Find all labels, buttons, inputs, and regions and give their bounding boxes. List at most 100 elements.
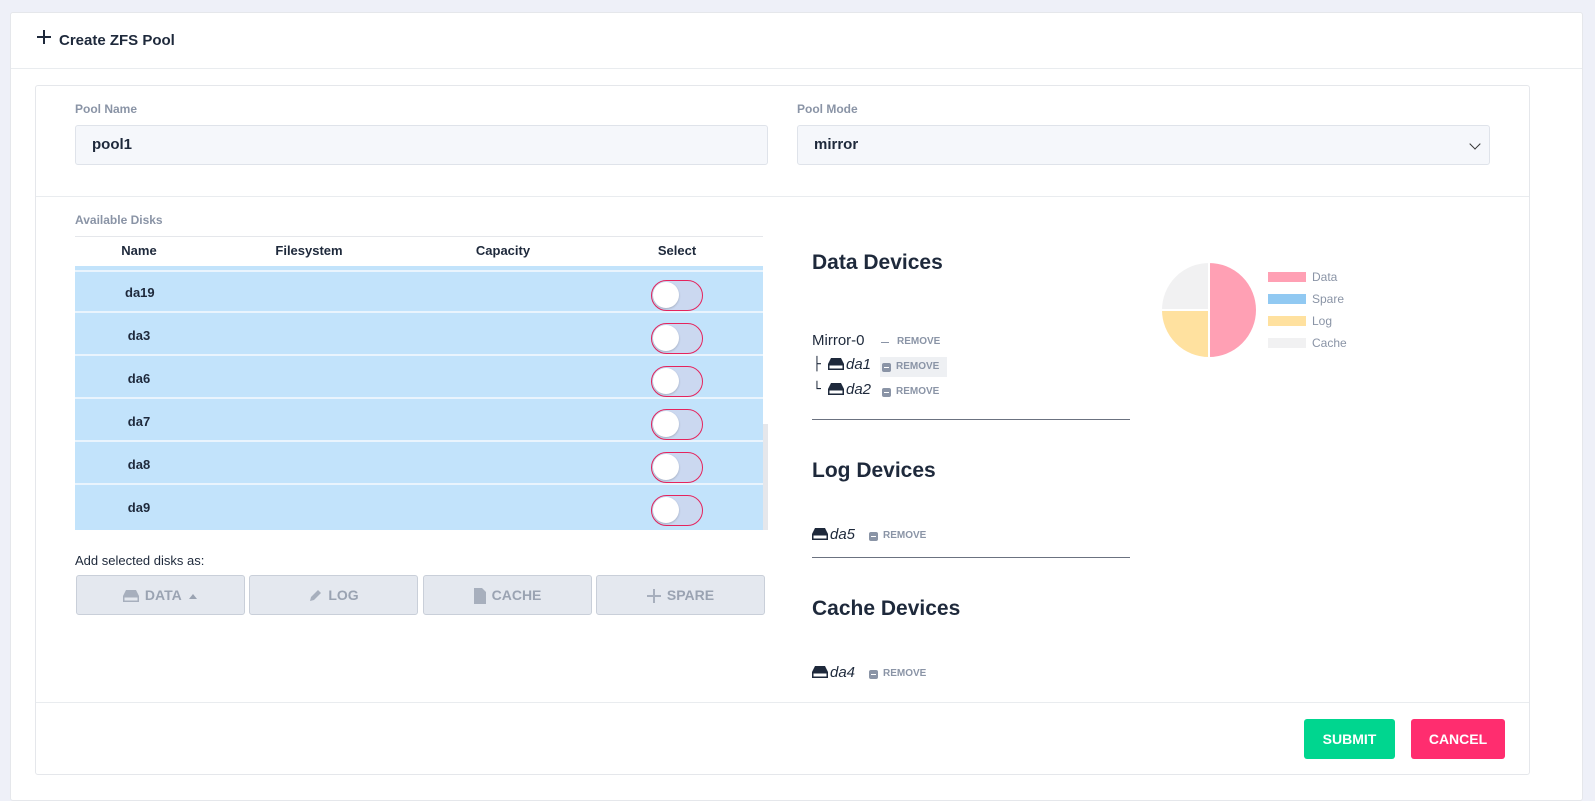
add-cache-button[interactable]: CACHE bbox=[423, 575, 592, 615]
disk-name: da5 bbox=[830, 526, 856, 543]
toggle-knob bbox=[653, 282, 679, 308]
legend-label: Spare bbox=[1312, 292, 1345, 306]
disk-name: da6 bbox=[127, 371, 151, 386]
legend-label: Log bbox=[1312, 314, 1333, 328]
tree-branch-icon: ├ bbox=[813, 357, 821, 372]
legend-item-log[interactable]: Log bbox=[1268, 314, 1332, 328]
hard-drive-icon bbox=[828, 358, 844, 370]
toggle-knob bbox=[653, 368, 679, 394]
table-row[interactable]: da9 bbox=[75, 486, 763, 528]
disk-name: da3 bbox=[127, 328, 151, 343]
disk-name: da19 bbox=[125, 285, 155, 300]
disks-table-body: da19 da3 da6 da7 da8 da9 bbox=[75, 266, 763, 530]
remove-icon bbox=[869, 532, 878, 541]
column-header-select: Select bbox=[657, 243, 697, 258]
remove-disk-button[interactable]: REMOVE bbox=[880, 382, 939, 402]
select-toggle[interactable] bbox=[651, 366, 703, 397]
card-header: Create ZFS Pool bbox=[11, 13, 1582, 69]
remove-icon bbox=[869, 670, 878, 679]
log-disk-item: da5 bbox=[812, 526, 855, 543]
minus-icon bbox=[881, 342, 889, 343]
add-selected-label: Add selected disks as: bbox=[75, 553, 205, 568]
caret-up-icon bbox=[189, 594, 198, 600]
legend-swatch bbox=[1268, 272, 1306, 282]
cache-disk-item: da4 bbox=[812, 664, 855, 681]
hard-drive-icon bbox=[828, 383, 844, 395]
table-scrollbar[interactable] bbox=[763, 424, 768, 530]
table-row[interactable]: da3 bbox=[75, 314, 763, 356]
table-row[interactable]: da6 bbox=[75, 357, 763, 399]
remove-disk-button[interactable]: REMOVE bbox=[867, 526, 926, 546]
data-disk-item: da2 bbox=[828, 381, 871, 398]
remove-disk-button[interactable]: REMOVE bbox=[880, 357, 948, 377]
add-log-button[interactable]: LOG bbox=[249, 575, 418, 615]
submit-button[interactable]: SUBMIT bbox=[1304, 719, 1395, 759]
pool-mode-value: mirror bbox=[814, 136, 859, 153]
select-toggle[interactable] bbox=[651, 323, 703, 354]
select-toggle[interactable] bbox=[651, 452, 703, 483]
divider bbox=[36, 702, 1529, 703]
create-pool-card: Create ZFS Pool Pool Name pool1 Pool Mod… bbox=[10, 12, 1583, 801]
add-data-button[interactable]: DATA bbox=[76, 575, 245, 615]
hard-drive-icon bbox=[812, 528, 828, 540]
divider bbox=[36, 196, 1529, 197]
cache-devices-title: Cache Devices bbox=[812, 597, 961, 620]
add-spare-button[interactable]: SPARE bbox=[596, 575, 765, 615]
disks-table-header: Name Filesystem Capacity Select bbox=[75, 236, 763, 266]
select-toggle[interactable] bbox=[651, 495, 703, 526]
remove-label: REMOVE bbox=[883, 668, 927, 679]
pool-name-label: Pool Name bbox=[75, 102, 138, 116]
column-header-name: Name bbox=[121, 243, 157, 258]
mirror-vdev-name: Mirror-0 bbox=[812, 332, 865, 349]
column-header-filesystem: Filesystem bbox=[275, 243, 343, 258]
disk-name: da8 bbox=[127, 457, 151, 472]
toggle-knob bbox=[653, 325, 679, 351]
select-toggle[interactable] bbox=[651, 409, 703, 440]
legend-item-spare[interactable]: Spare bbox=[1268, 292, 1344, 306]
divider bbox=[812, 557, 1130, 558]
pie-slice-cache bbox=[1160, 261, 1210, 311]
pie-slice-data bbox=[1208, 261, 1258, 359]
disk-name: da7 bbox=[127, 414, 151, 429]
add-cache-label: CACHE bbox=[491, 587, 542, 603]
device-distribution-pie-chart bbox=[1160, 261, 1258, 359]
table-row[interactable]: da7 bbox=[75, 400, 763, 442]
remove-mirror-button[interactable]: REMOVE bbox=[881, 332, 940, 352]
pool-form: Pool Name pool1 Pool Mode mirror Availab… bbox=[35, 85, 1530, 775]
disk-name: da1 bbox=[846, 356, 872, 373]
disk-name: da2 bbox=[846, 381, 872, 398]
pool-mode-select[interactable]: mirror bbox=[797, 125, 1490, 165]
available-disks-label: Available Disks bbox=[75, 213, 163, 227]
remove-icon bbox=[882, 363, 891, 372]
chevron-down-icon bbox=[1469, 138, 1481, 150]
legend-label: Data bbox=[1312, 270, 1338, 284]
remove-label: REMOVE bbox=[896, 361, 940, 372]
page-title: Create ZFS Pool bbox=[59, 32, 175, 49]
legend-item-cache[interactable]: Cache bbox=[1268, 336, 1347, 350]
add-log-label: LOG bbox=[328, 587, 359, 603]
toggle-knob bbox=[653, 497, 679, 523]
pool-name-input[interactable]: pool1 bbox=[75, 125, 768, 165]
add-data-label: DATA bbox=[144, 587, 182, 603]
legend-item-data[interactable]: Data bbox=[1268, 270, 1337, 284]
table-row[interactable]: da8 bbox=[75, 443, 763, 485]
cancel-button[interactable]: CANCEL bbox=[1411, 719, 1505, 759]
select-toggle[interactable] bbox=[651, 280, 703, 311]
legend-swatch bbox=[1268, 316, 1306, 326]
plus-icon bbox=[646, 589, 661, 604]
remove-disk-button[interactable]: REMOVE bbox=[867, 664, 926, 684]
legend-swatch bbox=[1268, 294, 1306, 304]
pie-slice-log bbox=[1160, 309, 1210, 359]
toggle-knob bbox=[653, 454, 679, 480]
remove-icon bbox=[882, 388, 891, 397]
divider bbox=[812, 419, 1130, 420]
toggle-knob bbox=[653, 411, 679, 437]
data-disk-item: da1 bbox=[828, 356, 871, 373]
table-row[interactable]: da19 bbox=[75, 271, 763, 313]
pool-mode-label: Pool Mode bbox=[797, 102, 858, 116]
hard-drive-icon bbox=[812, 666, 828, 678]
legend-swatch bbox=[1268, 338, 1306, 348]
remove-label: REMOVE bbox=[897, 336, 941, 347]
tree-branch-icon: └ bbox=[813, 382, 821, 397]
pencil-icon bbox=[310, 590, 322, 602]
